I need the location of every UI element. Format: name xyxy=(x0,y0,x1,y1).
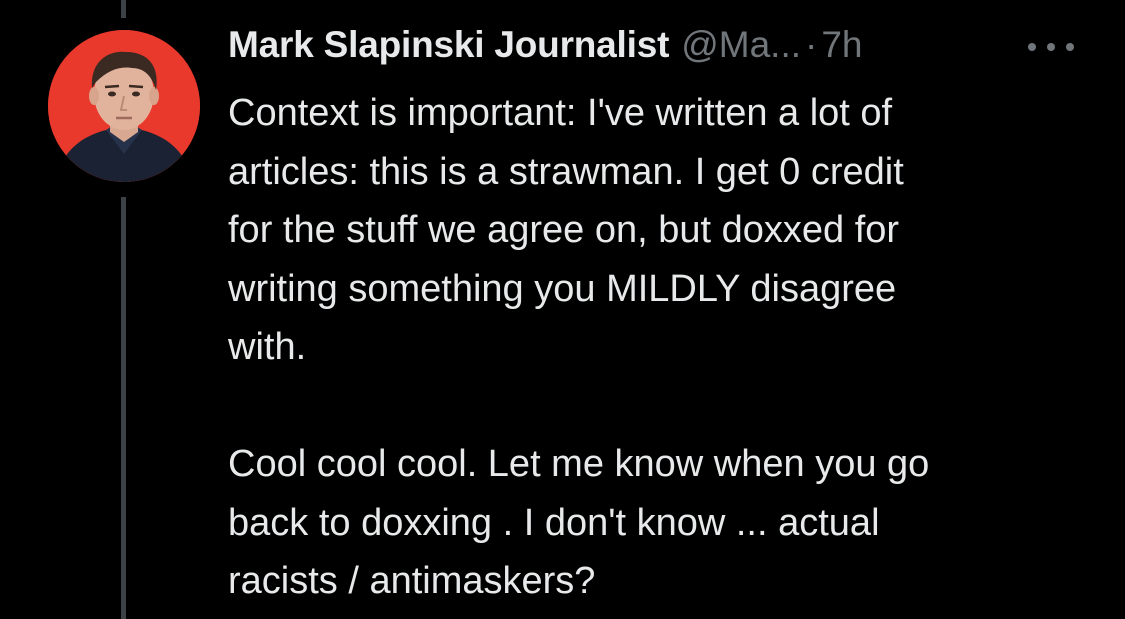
more-horizontal-icon-dot xyxy=(1066,43,1074,51)
tweet-text-line: articles: this is a strawman. I get 0 cr… xyxy=(228,150,904,193)
author-handle[interactable]: @Ma... xyxy=(681,24,801,66)
tweet-text-line: for the stuff we agree on, but doxxed fo… xyxy=(228,209,900,251)
tweet-timestamp[interactable]: 7h xyxy=(821,24,862,66)
tweet-text-line: back to doxxing . I don't know ... actua… xyxy=(228,501,880,544)
tweet-text-line: Cool cool cool. Let me know when you go xyxy=(228,443,930,485)
profile-photo-icon xyxy=(48,30,200,182)
header-separator: · xyxy=(805,24,818,65)
avatar[interactable] xyxy=(48,30,200,182)
more-options-button[interactable] xyxy=(1028,34,1074,60)
tweet[interactable]: Mark Slapinski Journalist @Ma... · 7h Co… xyxy=(0,0,1125,619)
author-display-name[interactable]: Mark Slapinski Journalist xyxy=(228,24,669,66)
more-horizontal-icon-dot xyxy=(1047,43,1055,51)
tweet-header: Mark Slapinski Journalist @Ma... · 7h xyxy=(228,24,863,74)
more-horizontal-icon xyxy=(1028,43,1036,51)
tweet-text-line: racists / antimaskers? xyxy=(228,560,596,602)
tweet-text: Context is important: I've written a lot… xyxy=(228,84,1108,611)
tweet-text-line: writing something you MILDLY disagree xyxy=(228,267,897,310)
paragraph-break xyxy=(228,377,1108,436)
thread-line-bottom xyxy=(121,197,126,619)
tweet-text-line: with. xyxy=(228,326,307,368)
thread-line-top xyxy=(121,0,126,18)
tweet-text-line: Context is important: I've written a lot… xyxy=(228,92,893,134)
